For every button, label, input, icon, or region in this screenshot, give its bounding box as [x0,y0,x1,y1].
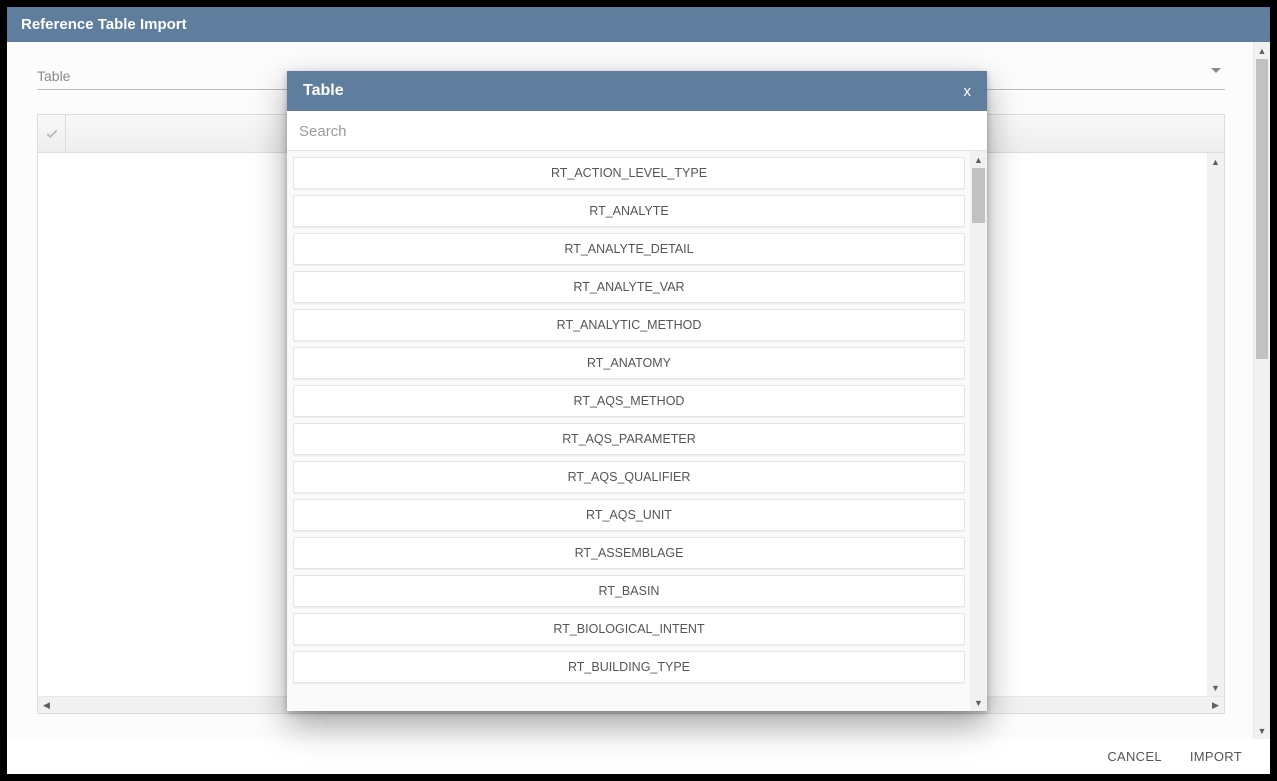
grid-vertical-scrollbar[interactable]: ▲ ▼ [1207,153,1224,696]
table-select-placeholder: Table [37,68,70,84]
chevron-down-icon [1211,68,1221,73]
list-item[interactable]: RT_AQS_PARAMETER [293,423,965,455]
list-item[interactable]: RT_AQS_UNIT [293,499,965,531]
modal-header: Table x [287,71,987,111]
scroll-down-icon[interactable]: ▼ [1207,679,1224,696]
scroll-up-icon[interactable]: ▲ [970,151,987,168]
scroll-down-icon[interactable]: ▼ [1254,722,1270,739]
scroll-up-icon[interactable]: ▲ [1254,42,1270,59]
cancel-button[interactable]: CANCEL [1107,749,1162,764]
import-button[interactable]: IMPORT [1190,749,1242,764]
scroll-left-icon[interactable]: ◀ [38,697,55,713]
list-item[interactable]: RT_ASSEMBLAGE [293,537,965,569]
list-item[interactable]: RT_ANALYTE [293,195,965,227]
list-item[interactable]: RT_BIOLOGICAL_INTENT [293,613,965,645]
scrollbar-thumb[interactable] [1256,59,1268,359]
scroll-down-icon[interactable]: ▼ [970,694,987,711]
scroll-right-icon[interactable]: ▶ [1207,697,1224,713]
modal-close-button[interactable]: x [964,83,972,100]
search-input[interactable] [299,119,975,144]
list-item[interactable]: RT_ANALYTIC_METHOD [293,309,965,341]
list-item[interactable]: RT_ANATOMY [293,347,965,379]
grid-select-all-checkbox[interactable] [38,115,66,152]
modal-vertical-scrollbar[interactable]: ▲ ▼ [970,151,987,711]
modal-list-wrap: RT_ACTION_LEVEL_TYPE RT_ANALYTE RT_ANALYTE… [287,151,987,711]
table-picker-modal: Table x RT_ACTION_LEVEL_TYPERT_ANALYTERT… [287,71,987,711]
check-icon [45,127,59,141]
list-item[interactable]: RT_ACTION_LEVEL_TYPE [293,157,965,189]
list-item[interactable]: RT_AQS_METHOD [293,385,965,417]
list-item[interactable]: RT_BUILDING_TYPE [293,651,965,683]
footer-actions: CANCEL IMPORT [7,739,1270,774]
modal-title: Table [303,82,344,100]
list-item[interactable]: RT_AQS_QUALIFIER [293,461,965,493]
scrollbar-thumb[interactable] [972,168,985,223]
modal-search-wrap [287,111,987,151]
scroll-up-icon[interactable]: ▲ [1207,153,1224,170]
modal-list: RT_ACTION_LEVEL_TYPE RT_ANALYTE RT_ANALYTE… [293,157,965,705]
list-item[interactable]: RT_ANALYTE_VAR [293,271,965,303]
content-vertical-scrollbar[interactable]: ▲ ▼ [1253,42,1270,739]
page-header: Reference Table Import [7,7,1270,42]
list-item[interactable]: RT_BASIN [293,575,965,607]
list-item[interactable]: RT_ANALYTE_DETAIL [293,233,965,265]
page-title: Reference Table Import [21,16,187,33]
